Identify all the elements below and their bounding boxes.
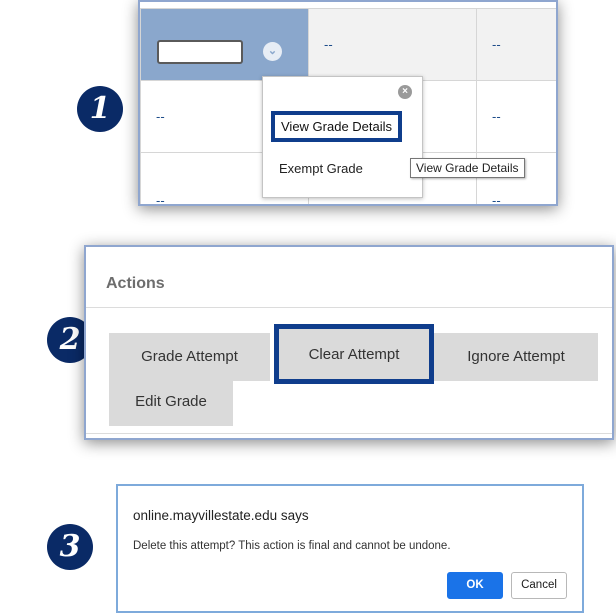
step-3-badge: 3 <box>47 524 93 570</box>
menu-item-view-grade-details[interactable]: View Grade Details <box>271 111 403 142</box>
ignore-attempt-button[interactable]: Ignore Attempt <box>434 333 598 381</box>
table-row: ⌄ -- -- <box>140 8 556 81</box>
clear-attempt-button[interactable]: Clear Attempt <box>274 324 434 384</box>
divider <box>86 433 612 434</box>
grade-cell[interactable]: -- <box>308 8 477 81</box>
close-icon[interactable]: × <box>398 85 412 99</box>
confirm-dialog: online.mayvillestate.edu says Delete thi… <box>116 484 584 613</box>
tooltip: View Grade Details <box>410 158 525 178</box>
grade-cell[interactable]: -- <box>476 8 556 81</box>
actions-heading: Actions <box>106 275 165 292</box>
grade-input[interactable] <box>157 40 243 64</box>
chevron-down-icon[interactable]: ⌄ <box>263 42 282 61</box>
dialog-message: Delete this attempt? This action is fina… <box>133 540 451 552</box>
grade-options-menu: × View Grade Details Exempt Grade <box>262 76 423 198</box>
menu-item-exempt-grade[interactable]: Exempt Grade <box>279 161 363 176</box>
actions-panel: Actions Grade Attempt Clear Attempt Igno… <box>84 245 614 440</box>
grade-grid-panel: ⌄ -- -- -- -- -- -- × View Grade Details… <box>138 0 558 206</box>
divider <box>86 307 612 308</box>
dialog-title: online.mayvillestate.edu says <box>133 508 309 523</box>
step-1-badge: 1 <box>77 86 123 132</box>
edit-grade-button[interactable]: Edit Grade <box>109 378 233 426</box>
cancel-button[interactable]: Cancel <box>511 572 567 599</box>
active-grade-cell[interactable]: ⌄ <box>140 8 309 81</box>
grade-attempt-button[interactable]: Grade Attempt <box>109 333 270 381</box>
ok-button[interactable]: OK <box>447 572 503 599</box>
grade-cell[interactable]: -- <box>476 80 556 153</box>
